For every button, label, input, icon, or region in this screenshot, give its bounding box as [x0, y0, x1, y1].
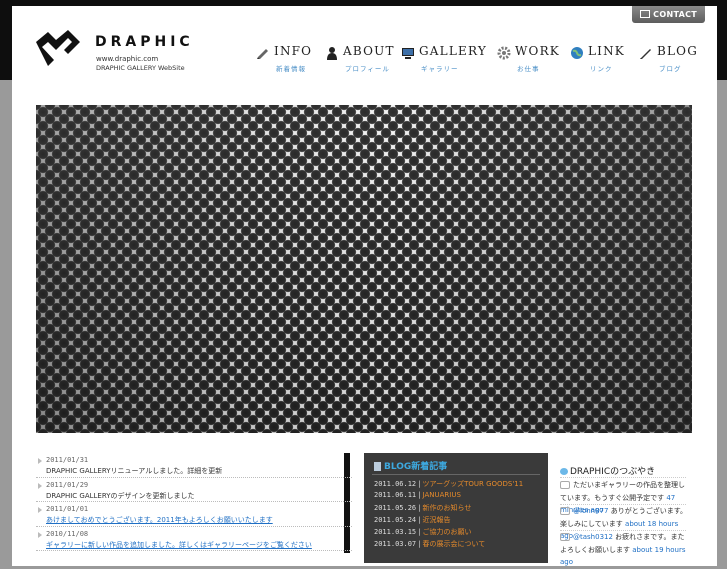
blog-entry[interactable]: 2011.05.26 | 新作のお知らせ: [374, 503, 471, 513]
site-logo[interactable]: DRAPHIC www.draphic.com DRAPHIC GALLERY …: [34, 30, 204, 76]
news-title: DRAPHIC GALLERYリニューアルしました。詳細を更新: [46, 467, 223, 475]
pencil-icon: [640, 49, 651, 59]
speech-bubble-icon: [560, 507, 570, 515]
news-item[interactable]: 2010/11/08 ギャラリーに新しい作品を追加しました。詳しくはギャラリーペ…: [36, 527, 352, 551]
news-title-link[interactable]: あけましておめでとうございます。2011年もよろしくお願いいたします: [46, 515, 273, 525]
blog-divider: [372, 474, 540, 475]
tweet-user-link[interactable]: @lonn877: [573, 507, 608, 515]
nav-label-about: ABOUT: [343, 44, 395, 58]
bullet-icon: [38, 531, 42, 538]
nav-label-work: WORK: [515, 44, 560, 58]
envelope-icon: [640, 9, 651, 18]
blog-title[interactable]: 近況報告: [423, 516, 451, 524]
page-container: CONTACT DRAPHIC www.draphic.com DRAPHIC …: [12, 6, 717, 566]
news-date: 2011/01/31: [46, 456, 89, 464]
news-date: 2011/01/01: [46, 505, 89, 513]
contact-button[interactable]: CONTACT: [632, 6, 705, 23]
nav-label-gallery: GALLERY: [419, 44, 487, 58]
speech-bubble-icon: [560, 533, 570, 541]
blog-date: 2011.06.12: [374, 480, 417, 488]
hero-image: [36, 105, 692, 433]
blog-title[interactable]: 春の展示会について: [423, 540, 486, 548]
blog-date: 2011.06.11: [374, 491, 417, 499]
bullet-icon: [38, 458, 42, 464]
pen-icon: [257, 49, 268, 59]
news-list: 2011/01/31 DRAPHIC GALLERYリニューアルしました。詳細を…: [36, 453, 352, 553]
nav-label-blog: BLOG: [657, 44, 699, 58]
contact-label: CONTACT: [653, 10, 697, 19]
news-date: 2010/11/08: [46, 529, 89, 538]
nav-sub-info: 新着情報: [276, 65, 306, 73]
tweet: @tash0312 お疲れさまです。またよろしくお願いします about 19 …: [560, 531, 688, 569]
blog-date: 2011.03.07: [374, 540, 417, 548]
hero-shade: [36, 105, 692, 433]
logo-mark-icon: [36, 30, 80, 66]
blog-title[interactable]: JANUARIUS: [423, 491, 461, 499]
nav-sub-link: リンク: [590, 65, 613, 73]
nav-label-link: LINK: [588, 44, 625, 58]
logo-url: www.draphic.com: [96, 55, 159, 63]
blog-panel: BLOG新着記事 2011.06.12 | ツアーグッズTOUR GOODS'11 …: [364, 453, 548, 563]
speech-bubble-icon: [560, 481, 570, 489]
nav-sub-gallery: ギャラリー: [421, 65, 459, 73]
blog-entry[interactable]: 2011.06.11 | JANUARIUS: [374, 491, 461, 499]
blog-entry[interactable]: 2011.05.24 | 近況報告: [374, 515, 451, 525]
nav-label-info: INFO: [274, 44, 313, 58]
person-icon: [327, 47, 337, 60]
bullet-icon: [38, 482, 42, 489]
blog-date: 2011.05.24: [374, 516, 417, 524]
blog-entry[interactable]: 2011.06.12 | ツアーグッズTOUR GOODS'11: [374, 479, 523, 489]
twitter-heading: DRAPHICのつぶやき: [560, 464, 655, 477]
news-item[interactable]: 2011/01/31 DRAPHIC GALLERYリニューアルしました。詳細を…: [36, 453, 352, 478]
blog-heading: BLOG新着記事: [374, 459, 447, 472]
blog-date: 2011.03.15: [374, 528, 417, 536]
monitor-icon: [402, 48, 414, 59]
twitter-divider: [560, 477, 686, 478]
blog-title[interactable]: ツアーグッズTOUR GOODS'11: [423, 480, 524, 488]
globe-icon: [571, 47, 583, 59]
news-item[interactable]: 2011/01/29 DRAPHIC GALLERYのデザインを更新しました: [36, 478, 352, 502]
bullet-icon: [38, 507, 42, 513]
news-item[interactable]: 2011/01/01 あけましておめでとうございます。2011年もよろしくお願い…: [36, 502, 352, 527]
logo-tagline: DRAPHIC GALLERY WebSite: [96, 64, 185, 72]
blog-date: 2011.05.26: [374, 504, 417, 512]
news-title: DRAPHIC GALLERYのデザインを更新しました: [46, 491, 195, 500]
tweet-user-link[interactable]: @tash0312: [573, 533, 613, 541]
gear-icon: [497, 46, 511, 60]
twitter-heading-text: DRAPHICのつぶやき: [570, 467, 656, 477]
nav-sub-work: お仕事: [517, 65, 540, 73]
nav-sub-about: プロフィール: [345, 65, 390, 73]
blog-entry[interactable]: 2011.03.15 | ご協力のお願い: [374, 527, 472, 537]
blog-title[interactable]: ご協力のお願い: [423, 528, 472, 536]
blog-entry[interactable]: 2011.03.07 | 春の展示会について: [374, 539, 485, 549]
book-icon: [374, 462, 381, 471]
twitter-panel: DRAPHICのつぶやき ただいまギャラリーの作品を整理しています。もうすぐ公開…: [558, 460, 688, 566]
blog-heading-text: BLOG新着記事: [384, 462, 448, 472]
nav-sub-blog: ブログ: [659, 65, 682, 73]
logo-name: DRAPHIC: [95, 34, 194, 50]
bird-icon: [560, 468, 568, 475]
news-date: 2011/01/29: [46, 480, 89, 489]
blog-title[interactable]: 新作のお知らせ: [423, 504, 472, 512]
